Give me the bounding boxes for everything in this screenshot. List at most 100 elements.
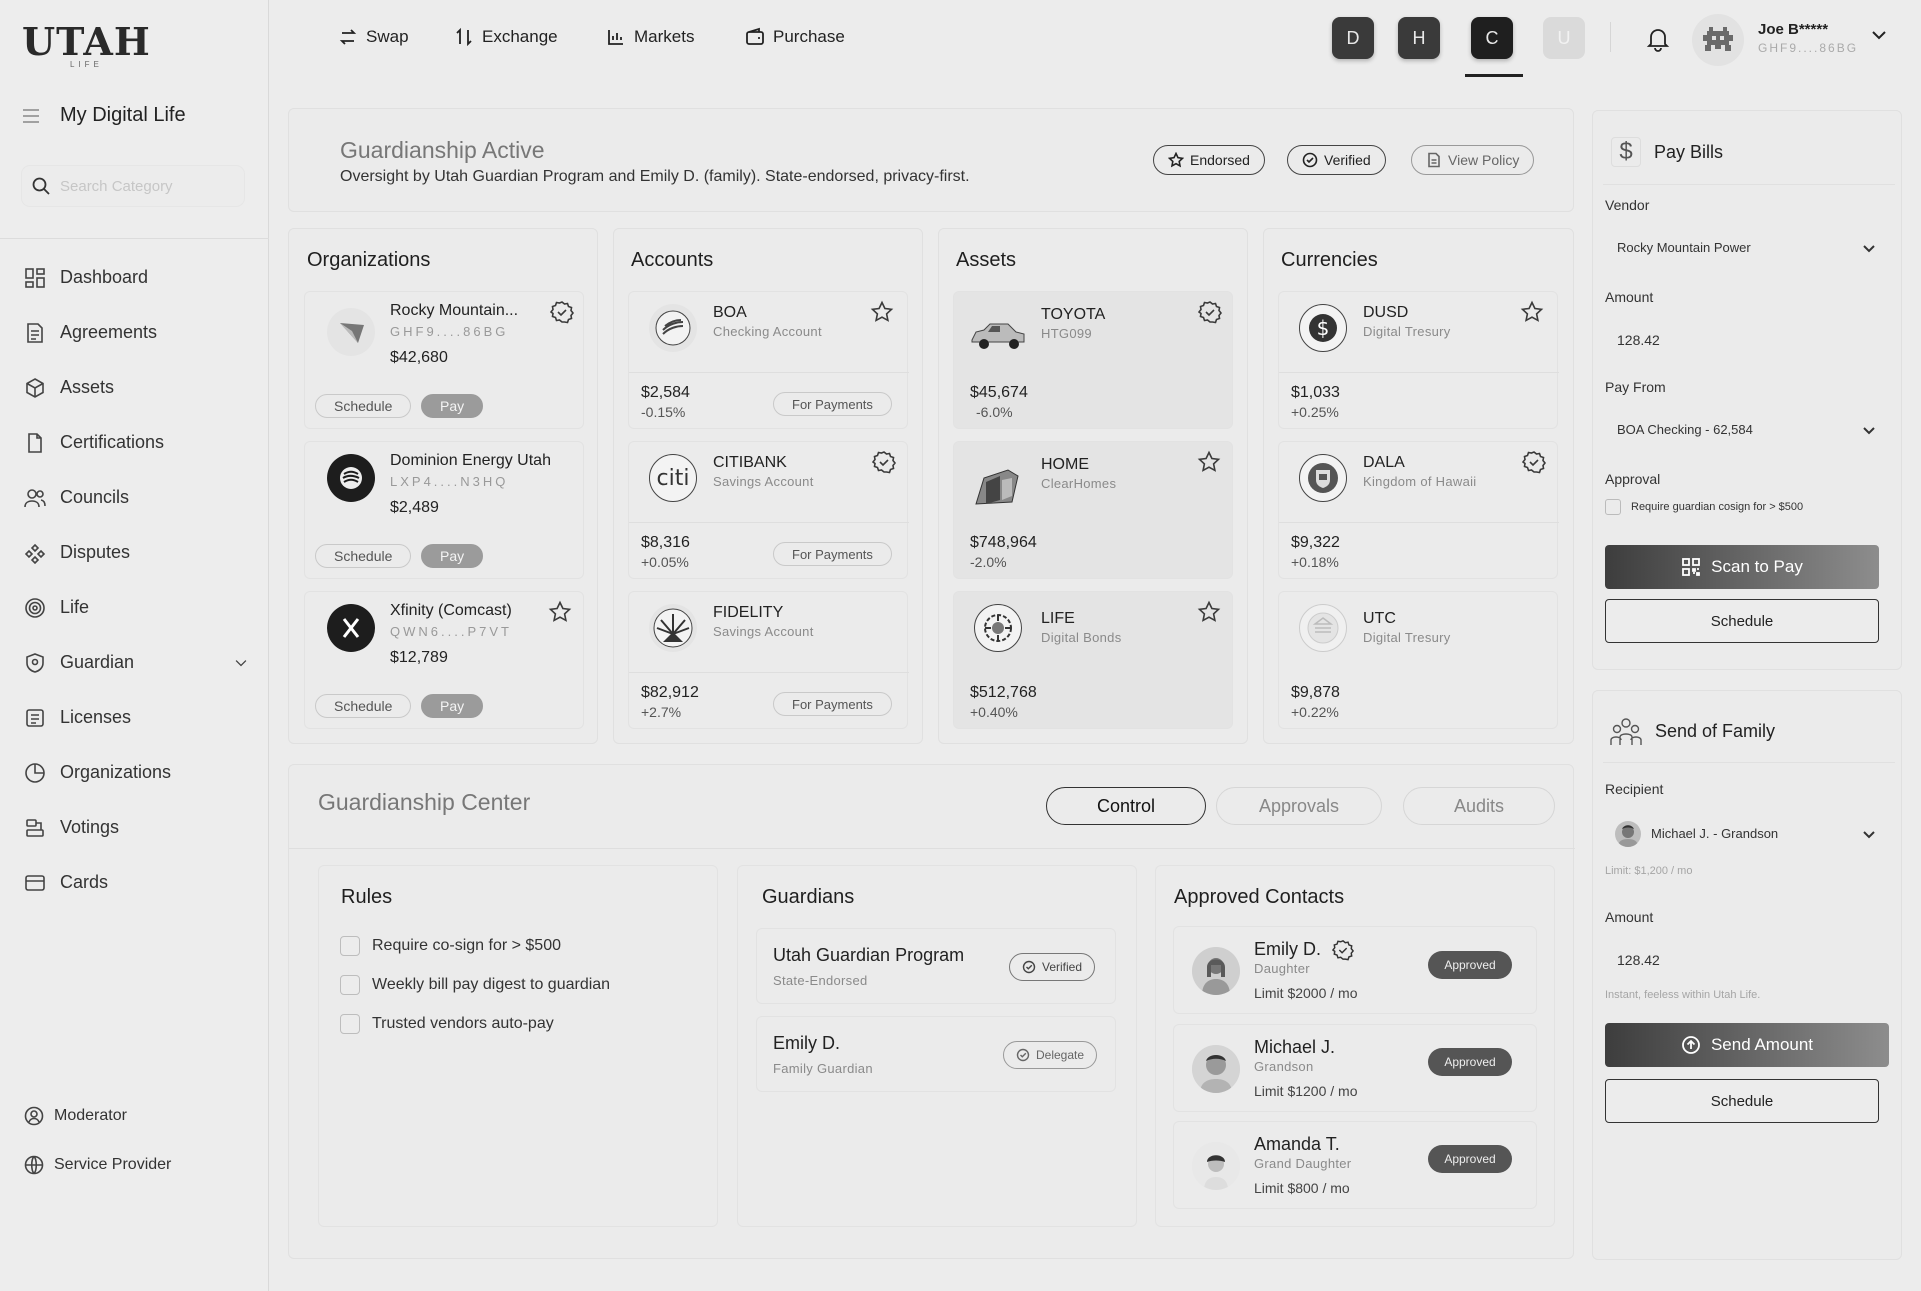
topnav-label: Markets <box>634 27 695 46</box>
assets-panel: Assets TOYOTA HTG099 $45,674 -6.0% HOME … <box>938 228 1248 744</box>
sidebar-footer-moderator[interactable]: Moderator <box>24 1106 127 1126</box>
for-payments-button[interactable]: For Payments <box>773 692 892 716</box>
chevron-down-icon[interactable] <box>1870 28 1888 42</box>
user-switch-d[interactable]: D <box>1332 17 1374 59</box>
schedule-button[interactable]: Schedule <box>1605 599 1879 643</box>
sidebar-item-guardian[interactable]: Guardian <box>24 635 250 690</box>
guardian-item[interactable]: Utah Guardian Program State-Endorsed Ver… <box>756 928 1116 1004</box>
pay-button[interactable]: Pay <box>421 394 484 418</box>
topnav-markets[interactable]: Markets <box>606 27 694 47</box>
organization-card[interactable]: Xfinity (Comcast) QWN6....P7VT $12,789 S… <box>304 591 584 729</box>
schedule-button[interactable]: Schedule <box>1605 1079 1879 1123</box>
star-icon[interactable] <box>870 300 894 324</box>
account-card[interactable]: citi CITIBANK Savings Account $8,316 +0.… <box>628 441 909 579</box>
contact-limit: Limit $800 / mo <box>1254 1180 1350 1196</box>
contact-name: Emily D. <box>1254 939 1321 959</box>
sidebar-item-disputes[interactable]: Disputes <box>24 525 250 580</box>
user-switch-c[interactable]: C <box>1471 17 1513 59</box>
account-card[interactable]: FIDELITY Savings Account $82,912 +2.7% F… <box>628 591 909 729</box>
chevron-down-icon[interactable] <box>232 654 250 672</box>
globe-icon <box>24 1155 44 1175</box>
rule-checkbox[interactable] <box>340 975 360 995</box>
rule-item[interactable]: Weekly bill pay digest to guardian <box>340 975 610 995</box>
verified-badge[interactable]: Verified <box>1287 145 1386 175</box>
account-card[interactable]: BOA Checking Account $2,584 -0.15% For P… <box>628 291 909 429</box>
star-icon[interactable] <box>1197 600 1221 624</box>
schedule-button[interactable]: Schedule <box>315 694 412 718</box>
category-search[interactable]: Search Category <box>22 166 244 206</box>
for-payments-button[interactable]: For Payments <box>773 542 892 566</box>
star-icon[interactable] <box>1520 300 1544 324</box>
sidebar-item-councils[interactable]: Councils <box>24 470 250 525</box>
organization-card[interactable]: Dominion Energy Utah LXP4....N3HQ $2,489… <box>304 441 584 579</box>
sidebar-item-life[interactable]: Life <box>24 580 250 635</box>
utah-life-logo[interactable]: UTAH LIFE <box>22 22 151 70</box>
divider <box>0 238 269 239</box>
panel-title: Send of Family <box>1655 721 1776 741</box>
delegate-button[interactable]: Delegate <box>1003 1041 1098 1069</box>
sidebar-footer-service-provider[interactable]: Service Provider <box>24 1155 171 1175</box>
currency-card[interactable]: $ DUSD Digital Tresury $1,033 +0.25% <box>1278 291 1559 429</box>
bell-icon[interactable] <box>1646 26 1670 52</box>
tab-approvals[interactable]: Approvals <box>1216 787 1382 825</box>
sidebar-item-label: Licenses <box>60 707 132 727</box>
topnav-purchase[interactable]: Purchase <box>745 27 845 47</box>
pay-from-select[interactable]: BOA Checking - 62,584 <box>1605 411 1889 449</box>
currency-card[interactable]: DALA Kingdom of Hawaii $9,322 +0.18% <box>1278 441 1559 579</box>
currency-card[interactable]: UTC Digital Tresury $9,878 +0.22% <box>1278 591 1558 729</box>
avatar[interactable] <box>1692 14 1744 66</box>
tab-control[interactable]: Control <box>1046 787 1206 825</box>
topnav-swap[interactable]: Swap <box>338 27 409 47</box>
recipient-select[interactable]: Michael J. - Grandson <box>1605 813 1889 853</box>
rule-item[interactable]: Require co-sign for > $500 <box>340 936 561 956</box>
sidebar-item-dashboard[interactable]: Dashboard <box>24 250 250 305</box>
sidebar-item-agreements[interactable]: Agreements <box>24 305 250 360</box>
endorsed-badge[interactable]: Endorsed <box>1153 145 1265 175</box>
asset-name: LIFE <box>1041 610 1075 627</box>
search-input[interactable]: Search Category <box>60 178 173 195</box>
schedule-button[interactable]: Schedule <box>315 394 412 418</box>
send-amount-button[interactable]: Send Amount <box>1605 1023 1889 1067</box>
pay-button[interactable]: Pay <box>421 544 484 568</box>
vendor-select[interactable]: Rocky Mountain Power <box>1605 229 1889 267</box>
rule-item[interactable]: Trusted vendors auto-pay <box>340 1014 554 1034</box>
verified-button[interactable]: Verified <box>1009 953 1096 981</box>
sidebar-item-assets[interactable]: Assets <box>24 360 250 415</box>
sidebar-item-votings[interactable]: Votings <box>24 800 250 855</box>
rocky-mountain-logo-icon <box>327 308 375 356</box>
asset-card[interactable]: TOYOTA HTG099 $45,674 -6.0% <box>953 291 1233 429</box>
star-icon <box>1168 152 1184 168</box>
menu-icon[interactable] <box>22 108 40 123</box>
user-switch-h[interactable]: H <box>1398 17 1440 59</box>
approval-checkbox[interactable] <box>1605 499 1621 515</box>
asset-type: HTG099 <box>1041 326 1092 341</box>
scan-to-pay-button[interactable]: Scan to Pay <box>1605 545 1879 589</box>
sidebar-item-organizations[interactable]: Organizations <box>24 745 250 800</box>
approval-checkbox-row[interactable]: Require guardian cosign for > $500 <box>1605 499 1803 515</box>
asset-card[interactable]: HOME ClearHomes $748,964 -2.0% <box>953 441 1233 579</box>
currency-amount: $9,878 <box>1291 684 1340 701</box>
schedule-button[interactable]: Schedule <box>315 544 412 568</box>
star-icon[interactable] <box>1197 450 1221 474</box>
star-icon[interactable] <box>548 600 572 624</box>
guardian-item[interactable]: Emily D. Family Guardian Delegate <box>756 1016 1116 1092</box>
car-icon <box>968 314 1028 354</box>
approved-badge: Approved <box>1428 1145 1512 1173</box>
rule-checkbox[interactable] <box>340 1014 360 1034</box>
amount-input[interactable]: 128.42 <box>1605 939 1889 977</box>
check-circle-icon <box>1022 960 1036 974</box>
user-switch-u[interactable]: U <box>1543 17 1585 59</box>
rule-checkbox[interactable] <box>340 936 360 956</box>
qr-code-icon <box>1682 558 1701 576</box>
sidebar-item-cards[interactable]: Cards <box>24 855 250 910</box>
tab-audits[interactable]: Audits <box>1403 787 1555 825</box>
topnav-exchange[interactable]: Exchange <box>454 27 558 47</box>
view-policy-button[interactable]: View Policy <box>1411 145 1535 175</box>
organization-card[interactable]: Rocky Mountain... GHF9....86BG $42,680 S… <box>304 291 584 429</box>
amount-input[interactable]: 128.42 <box>1605 321 1889 359</box>
asset-card[interactable]: LIFE Digital Bonds $512,768 +0.40% <box>953 591 1233 729</box>
for-payments-button[interactable]: For Payments <box>773 392 892 416</box>
sidebar-item-certifications[interactable]: Certifications <box>24 415 250 470</box>
pay-button[interactable]: Pay <box>421 694 484 718</box>
sidebar-item-licenses[interactable]: Licenses <box>24 690 250 745</box>
